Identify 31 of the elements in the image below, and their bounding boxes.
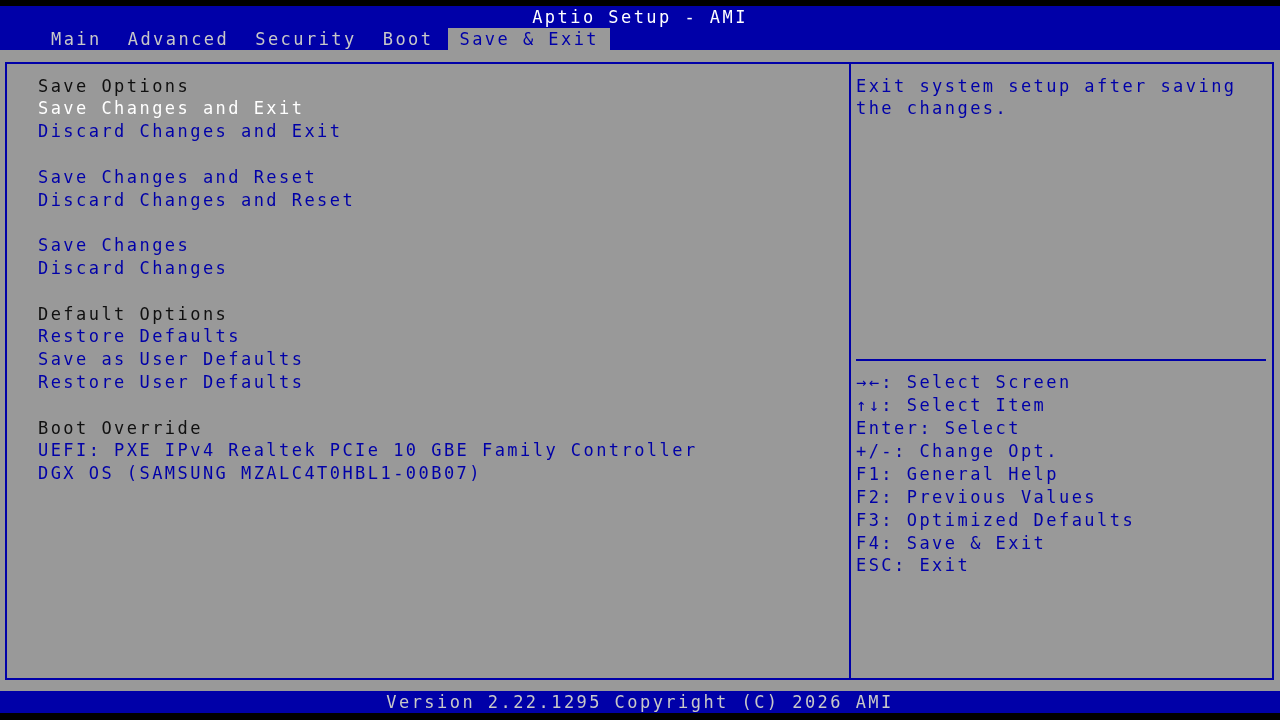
key-hint: ESC: Exit — [856, 554, 971, 578]
menu-option[interactable]: UEFI: PXE IPv4 Realtek PCIe 10 GBE Family Controller — [38, 439, 698, 463]
key-hint: →←: Select Screen — [856, 371, 1072, 395]
menu-tab[interactable]: Boot — [371, 28, 445, 50]
menu-tab[interactable]: Security — [244, 28, 368, 50]
menu-option[interactable]: Save Changes and Exit — [38, 97, 305, 121]
menu-tab[interactable]: Save & Exit — [448, 28, 610, 50]
menu-option[interactable]: Discard Changes and Reset — [38, 188, 356, 212]
key-hint: +/-: Change Opt. — [856, 439, 1059, 463]
menu-option[interactable]: Save Changes — [38, 234, 191, 257]
help-text: Exit system setup after saving the changes. — [856, 74, 1238, 121]
key-hint: F2: Previous Values — [856, 485, 1097, 509]
menu-option[interactable]: Save Changes and Reset — [38, 165, 318, 189]
key-hint: ↑↓: Select Item — [856, 394, 1047, 417]
menu-option[interactable]: Restore Defaults — [38, 325, 241, 349]
section-heading: Boot Override — [38, 416, 203, 440]
version-text: Version 2.22.1295 Copyright (C) 2026 AMI — [386, 691, 894, 713]
key-hint: Enter: Select — [856, 417, 1021, 440]
section-heading: Default Options — [38, 302, 229, 326]
setup-title: Aptio Setup - AMI — [532, 6, 748, 28]
section-heading: Save Options — [38, 74, 191, 98]
menu-option[interactable]: Save as User Defaults — [38, 348, 305, 371]
menu-option[interactable]: Discard Changes and Exit — [38, 120, 343, 143]
menu-option[interactable]: DGX OS (SAMSUNG MZALC4T0HBL1-00B07) — [38, 462, 482, 485]
menu-tab[interactable]: Main — [40, 28, 113, 50]
menu-tab[interactable]: Advanced — [116, 28, 241, 50]
menu-option[interactable]: Discard Changes — [38, 256, 229, 280]
key-hint: F4: Save & Exit — [856, 531, 1047, 555]
key-hint: F3: Optimized Defaults — [856, 508, 1136, 532]
menu-option[interactable]: Restore User Defaults — [38, 370, 305, 394]
key-hint: F1: General Help — [856, 462, 1059, 486]
